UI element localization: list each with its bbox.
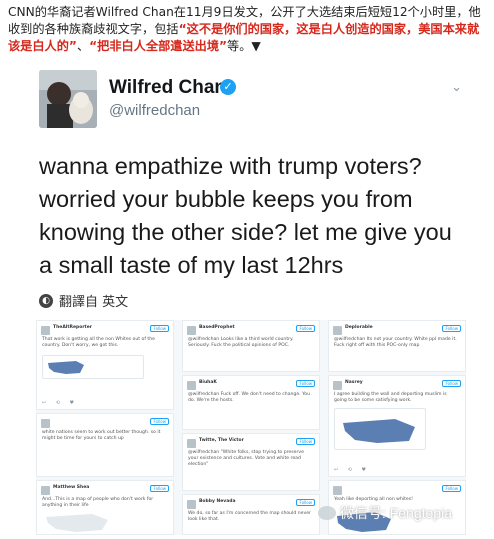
author-handle[interactable]: @wilfredchan	[109, 102, 200, 119]
globe-icon: ◐	[39, 293, 53, 308]
reply-author: BiuhaK	[199, 380, 217, 385]
quoted-tweet	[334, 408, 426, 450]
collage-column-2: BasedProphet Follow @wilfredchan Looks l…	[182, 320, 320, 535]
reply-author: Matthew Shea	[53, 485, 90, 490]
follow-button: Follow	[442, 485, 461, 492]
caption-separator: 、	[76, 39, 90, 53]
avatar	[41, 419, 50, 428]
avatar[interactable]	[39, 70, 97, 128]
avatar	[333, 326, 342, 335]
watermark-text: 微信号: Fengtopia	[339, 505, 452, 521]
reply-text: white nations seem to work out better th…	[42, 430, 161, 441]
author-name[interactable]: Wilfred Chan	[109, 77, 226, 99]
translate-label: 翻譯自 英文	[59, 295, 129, 310]
reply-text: And...This is a map of people who don't …	[42, 497, 154, 508]
us-map-icon	[343, 419, 415, 443]
avatar	[187, 381, 196, 390]
avatar	[333, 486, 342, 495]
reply-author: Twitte, The Victor	[199, 438, 244, 443]
reply-author: BasedProphet	[199, 325, 235, 330]
follow-button: Follow	[150, 325, 169, 332]
tweet-screenshot-collage[interactable]: TheAltReporter Follow That work is getti…	[36, 320, 466, 535]
translate-link[interactable]: ◐ 翻譯自 英文	[39, 291, 128, 310]
tweet-body: wanna empathize with trump voters? worri…	[39, 153, 452, 278]
reply-screenshot: Follow white nations seem to work out be…	[36, 413, 174, 477]
wechat-icon	[317, 506, 336, 520]
avatar	[187, 326, 196, 335]
reply-text: @wilfredchan Fuck off. We don't need to …	[188, 392, 310, 403]
avatar	[333, 381, 342, 390]
reply-text: I agree building the wall and deporting …	[334, 392, 447, 403]
follow-button: Follow	[296, 325, 315, 332]
caption-tail: 等。▼	[227, 39, 261, 53]
reply-author: Nasrey	[345, 380, 363, 385]
tweet-stats: ↩ ⟲ ♥	[42, 400, 79, 406]
follow-button: Follow	[296, 380, 315, 387]
reply-text: @wilfredchan Its not your country. White…	[334, 337, 457, 348]
follow-button: Follow	[442, 325, 461, 332]
reply-screenshot: TheAltReporter Follow That work is getti…	[36, 320, 174, 410]
reply-screenshot: BasedProphet Follow @wilfredchan Looks l…	[182, 320, 320, 372]
follow-button: Follow	[296, 438, 315, 445]
reply-author: TheAltReporter	[53, 325, 92, 330]
avatar	[187, 500, 196, 509]
reply-text: We do, so far as I'm concerned the map s…	[188, 511, 311, 522]
verified-badge-icon: ✓	[220, 79, 236, 95]
collage-column-1: TheAltReporter Follow That work is getti…	[36, 320, 174, 535]
wechat-watermark: 微信号: Fengtopia	[317, 503, 452, 523]
follow-button: Follow	[296, 499, 315, 506]
follow-button: Follow	[150, 485, 169, 492]
chevron-down-icon[interactable]: ⌄	[451, 80, 462, 95]
reply-author: Deplorable	[345, 325, 373, 330]
reply-text: @wilfredchan "White folks, stop trying t…	[188, 450, 304, 467]
reply-text: @wilfredchan Looks like a third world co…	[188, 337, 294, 348]
follow-button: Follow	[150, 418, 169, 425]
reply-screenshot: Bobby Nevada Follow We do, so far as I'm…	[182, 494, 320, 535]
us-map-icon	[48, 361, 84, 374]
avatar	[187, 439, 196, 448]
reply-screenshot: Nasrey Follow I agree building the wall …	[328, 375, 466, 477]
us-map-icon	[46, 514, 108, 532]
reply-screenshot: Twitte, The Victor Follow @wilfredchan "…	[182, 433, 320, 491]
caption-quote-2: “把非白人全部遣送出境”	[89, 39, 228, 53]
avatar-photo	[39, 70, 97, 128]
avatar	[41, 486, 50, 495]
article-caption: CNN的华裔记者Wilfred Chan在11月9日发文，公开了大选结束后短短1…	[8, 4, 488, 55]
reply-screenshot: Matthew Shea Follow And...This is a map …	[36, 480, 174, 535]
reply-screenshot: BiuhaK Follow @wilfredchan Fuck off. We …	[182, 375, 320, 430]
follow-button: Follow	[442, 380, 461, 387]
tweet-card: Wilfred Chan ✓ @wilfredchan ⌄ wanna empa…	[22, 58, 474, 539]
reply-screenshot: Deplorable Follow @wilfredchan Its not y…	[328, 320, 466, 372]
tweet-stats: ↩ ⟲ ♥	[334, 467, 371, 473]
reply-author: Bobby Nevada	[199, 499, 236, 504]
avatar	[41, 326, 50, 335]
reply-text: That work is getting all the non Whites …	[42, 337, 155, 348]
quoted-tweet	[42, 355, 144, 379]
